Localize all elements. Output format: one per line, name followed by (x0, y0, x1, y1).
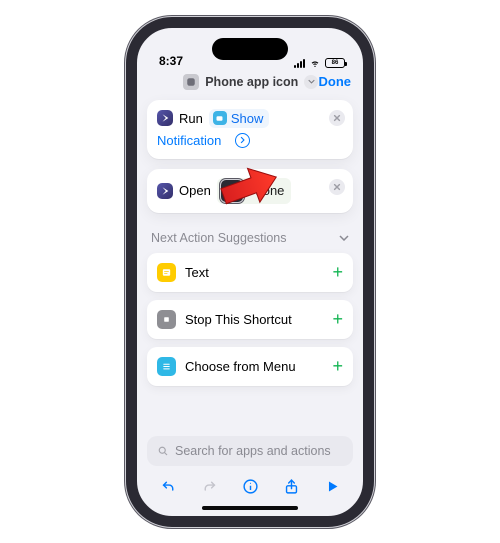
phone-app-icon (221, 180, 243, 202)
done-button[interactable]: Done (319, 74, 352, 89)
content: Run Show Notification (137, 100, 363, 386)
suggestion-stop[interactable]: Stop This Shortcut + (147, 300, 353, 339)
action-open-card[interactable]: Open Phone (147, 169, 353, 213)
suggestion-text[interactable]: Text + (147, 253, 353, 292)
search-placeholder: Search for apps and actions (175, 444, 331, 458)
share-button[interactable] (280, 476, 302, 498)
shortcuts-app-icon (157, 110, 173, 126)
cellular-icon (294, 58, 305, 68)
suggestion-menu[interactable]: Choose from Menu + (147, 347, 353, 386)
show-token[interactable]: Show (209, 109, 270, 128)
add-icon[interactable]: + (332, 356, 343, 377)
add-icon[interactable]: + (332, 309, 343, 330)
run-verb: Run (179, 111, 203, 126)
toolbar (147, 466, 353, 500)
suggestions-title: Next Action Suggestions (151, 231, 287, 245)
bottom-area: Search for apps and actions (137, 436, 363, 516)
disclosure-icon[interactable] (235, 133, 250, 148)
shortcut-title-text: Phone app icon (205, 75, 298, 89)
home-indicator (202, 506, 298, 510)
remove-action-icon[interactable] (329, 179, 345, 195)
suggestion-label: Text (185, 265, 209, 280)
battery-label: 86 (332, 60, 339, 66)
play-button[interactable] (321, 476, 343, 498)
notification-token-text: Notification (157, 133, 221, 148)
chevron-down-icon[interactable] (304, 75, 318, 89)
status-icons: 86 (294, 58, 345, 68)
action-run-card[interactable]: Run Show Notification (147, 100, 353, 159)
undo-button[interactable] (157, 476, 179, 498)
header: Phone app icon Done (137, 70, 363, 100)
redo-button (198, 476, 220, 498)
chevron-down-icon (339, 232, 349, 244)
show-notification-icon (213, 111, 227, 125)
open-verb: Open (179, 183, 211, 198)
dynamic-island (212, 38, 288, 60)
phone-app-token[interactable]: Phone (217, 178, 292, 204)
shortcuts-app-icon (157, 183, 173, 199)
suggestions-header[interactable]: Next Action Suggestions (147, 223, 353, 253)
search-icon (157, 445, 169, 457)
add-icon[interactable]: + (332, 262, 343, 283)
search-input[interactable]: Search for apps and actions (147, 436, 353, 466)
show-token-text: Show (231, 111, 264, 126)
suggestion-label: Stop This Shortcut (185, 312, 292, 327)
text-icon (157, 263, 176, 282)
info-button[interactable] (239, 476, 261, 498)
phone-token-text: Phone (247, 183, 285, 198)
iphone-frame: 8:37 86 Phone app icon (126, 17, 374, 527)
wifi-icon (309, 58, 321, 68)
shortcut-icon-icon (183, 74, 199, 90)
battery-icon: 86 (325, 58, 345, 68)
remove-action-icon[interactable] (329, 110, 345, 126)
status-time: 8:37 (159, 54, 183, 68)
notification-token[interactable]: Notification (157, 131, 227, 150)
stop-icon (157, 310, 176, 329)
suggestion-label: Choose from Menu (185, 359, 296, 374)
menu-icon (157, 357, 176, 376)
shortcut-title[interactable]: Phone app icon (183, 74, 318, 90)
